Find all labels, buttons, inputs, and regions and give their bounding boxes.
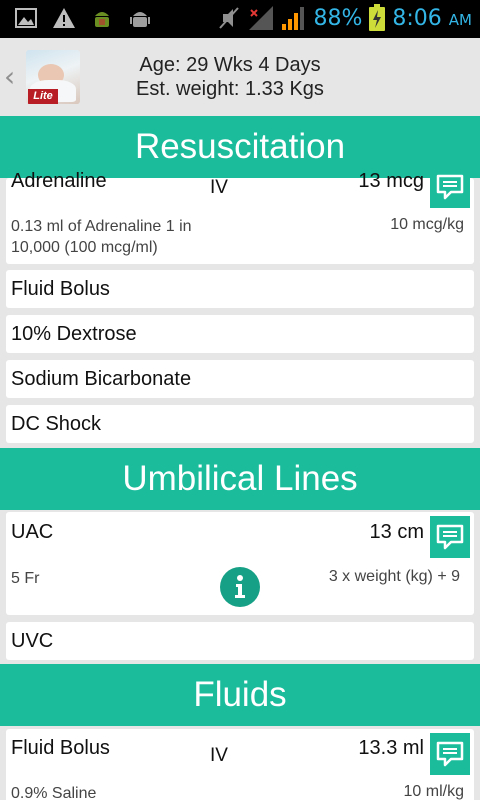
fluid-route: IV — [210, 745, 228, 766]
line-card-uac[interactable]: UAC 13 cm 5 Fr 3 x weight (kg) + 9 — [6, 512, 474, 615]
section-header-umbilical-lines: Umbilical Lines — [0, 448, 480, 510]
app-logo[interactable]: Lite — [26, 50, 80, 104]
signal-bars-icon — [282, 7, 305, 30]
fluid-rate: 10 ml/kg — [403, 783, 464, 800]
android-usb-icon — [130, 12, 150, 27]
patient-summary: Age: 29 Wks 4 Days Est. weight: 1.33 Kgs — [90, 53, 370, 101]
clock: 8:06 AM — [392, 6, 472, 31]
android-debug-icon — [95, 12, 109, 27]
note-button[interactable] — [430, 166, 470, 208]
drug-route: IV — [210, 177, 228, 198]
section-header-resuscitation: Resuscitation — [0, 116, 480, 178]
drug-card-dc-shock[interactable]: DC Shock — [6, 405, 474, 443]
section-title: Fluids — [193, 675, 287, 714]
fluid-name: Fluid Bolus — [11, 737, 110, 759]
lite-badge: Lite — [28, 89, 58, 104]
note-button[interactable] — [430, 516, 470, 558]
chat-note-icon — [436, 741, 464, 767]
line-card-uvc[interactable]: UVC — [6, 622, 474, 660]
drug-name: Adrenaline — [11, 170, 107, 192]
drug-name: DC Shock — [11, 413, 102, 435]
status-bar: 88% 8:06 AM — [0, 0, 480, 38]
drug-rate: 10 mcg/kg — [390, 216, 464, 233]
drug-detail: 0.13 ml of Adrenaline 1 in 10,000 (100 m… — [11, 218, 192, 256]
info-icon — [235, 575, 245, 598]
drug-card-adrenaline[interactable]: Adrenaline IV 13 mcg 0.13 ml of Adrenali… — [6, 166, 474, 264]
weight-label: Est. weight: 1.33 Kgs — [136, 78, 324, 100]
line-size: 5 Fr — [11, 570, 40, 587]
no-signal-icon — [249, 6, 274, 30]
drug-card-sodium-bicarbonate[interactable]: Sodium Bicarbonate — [6, 360, 474, 398]
section-header-fluids: Fluids — [0, 664, 480, 726]
fluid-volume: 13.3 ml — [358, 737, 424, 759]
chat-note-icon — [436, 524, 464, 550]
line-formula: 3 x weight (kg) + 9 — [328, 568, 460, 585]
fluid-type: 0.9% Saline — [11, 785, 97, 800]
drug-name: Fluid Bolus — [11, 278, 110, 300]
gallery-icon — [15, 8, 37, 28]
drug-dose: 13 mcg — [358, 170, 424, 192]
clock-time: 8:06 — [392, 5, 442, 31]
battery-charging-icon — [369, 4, 386, 31]
clock-ampm: AM — [448, 10, 472, 29]
drug-name: Sodium Bicarbonate — [11, 368, 192, 390]
chevron-left-icon[interactable]: ‹ — [4, 60, 15, 93]
mute-icon — [219, 7, 240, 29]
chat-note-icon — [436, 174, 464, 200]
info-button[interactable] — [220, 567, 260, 607]
app-header: ‹ Lite Age: 29 Wks 4 Days Est. weight: 1… — [0, 38, 480, 116]
drug-card-fluid-bolus[interactable]: Fluid Bolus — [6, 270, 474, 308]
battery-percent: 88% — [313, 5, 363, 31]
drug-card-dextrose[interactable]: 10% Dextrose — [6, 315, 474, 353]
fluid-card-fluid-bolus[interactable]: Fluid Bolus IV 13.3 ml 0.9% Saline 10 ml… — [6, 729, 474, 800]
section-title: Umbilical Lines — [122, 459, 358, 498]
line-length: 13 cm — [369, 521, 424, 543]
line-name: UVC — [11, 630, 54, 652]
section-title: Resuscitation — [134, 127, 346, 166]
drug-name: 10% Dextrose — [11, 323, 137, 345]
age-label: Age: 29 Wks 4 Days — [139, 54, 321, 76]
note-button[interactable] — [430, 733, 470, 775]
warning-icon — [53, 8, 75, 28]
line-name: UAC — [11, 521, 54, 543]
